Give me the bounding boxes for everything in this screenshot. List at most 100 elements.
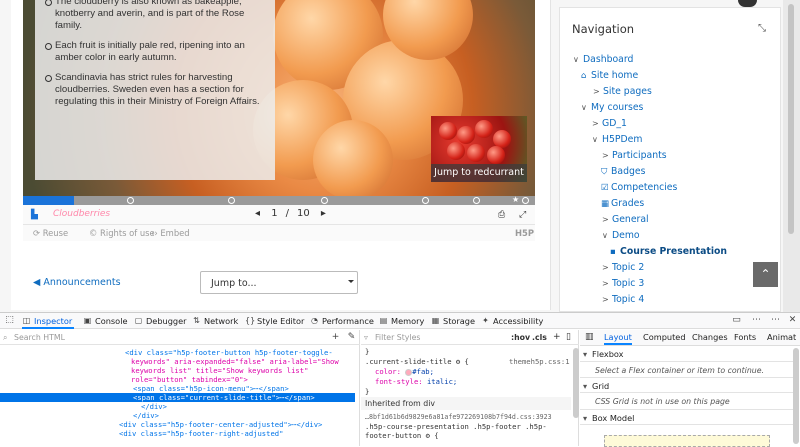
slide-progress-bar[interactable]: ★ xyxy=(23,195,535,205)
pick-element-icon[interactable]: ⬚ xyxy=(4,315,15,326)
nav-item-dashboard[interactable]: ∨ Dashboard xyxy=(573,54,633,65)
tab-console[interactable]: ▣ Console xyxy=(83,313,128,329)
html-line[interactable]: role="button" tabindex="0"> xyxy=(131,375,248,384)
grid-section[interactable]: Grid xyxy=(580,377,793,394)
html-line[interactable]: </div> xyxy=(133,411,159,420)
nav-item-participants[interactable]: > Participants xyxy=(602,150,667,161)
search-html-input[interactable]: ⌕ Search HTML xyxy=(0,330,360,345)
print-icon[interactable]: ⎙ xyxy=(498,210,510,220)
nav-item-course-presentation[interactable]: ▪ Course Presentation xyxy=(610,246,727,257)
nav-item-grades[interactable]: ▦ Grades xyxy=(601,198,644,209)
chevron-down-icon[interactable]: ∨ xyxy=(602,231,612,240)
chevron-right-icon[interactable]: > xyxy=(602,295,612,304)
nav-item-general[interactable]: > General xyxy=(602,214,649,225)
nav-item-site-pages[interactable]: > Site pages xyxy=(593,86,652,97)
rule-declaration[interactable]: font-style: italic; xyxy=(375,377,457,386)
nav-item-badges[interactable]: ⛉ Badges xyxy=(601,166,645,177)
chevron-right-icon[interactable]: > xyxy=(592,119,602,128)
nav-item-topic-2[interactable]: > Topic 2 xyxy=(602,262,644,273)
hover-toggle[interactable]: :hov xyxy=(511,333,530,342)
chevron-right-icon[interactable]: > xyxy=(602,279,612,288)
more-icon[interactable]: ⋯ xyxy=(770,315,781,326)
slide-dot[interactable] xyxy=(321,197,328,204)
announcements-link[interactable]: ◀ Announcements xyxy=(33,277,121,288)
slide-dot[interactable] xyxy=(422,197,429,204)
close-devtools-icon[interactable]: ✕ xyxy=(787,315,798,326)
slide-dot[interactable] xyxy=(228,197,235,204)
nav-item-h5pdem[interactable]: ∨ H5PDem xyxy=(592,134,642,145)
tab-style-editor[interactable]: {} Style Editor xyxy=(245,313,304,329)
chevron-down-icon[interactable]: ∨ xyxy=(581,103,591,112)
inherited-selector[interactable]: .h5p-course-presentation .h5p-footer .h5… xyxy=(365,422,547,431)
tab-performance[interactable]: ◔ Performance xyxy=(310,313,374,329)
chevron-down-icon[interactable]: ∨ xyxy=(592,135,602,144)
chevron-right-icon[interactable]: > xyxy=(602,151,612,160)
jump-to-select[interactable]: Jump to... xyxy=(200,271,358,294)
tab-changes[interactable]: Changes xyxy=(692,330,728,345)
chevron-down-icon[interactable]: ∨ xyxy=(573,55,583,64)
add-rule-icon[interactable]: + xyxy=(553,332,561,342)
tab-inspector[interactable]: ◫ Inspector xyxy=(22,313,74,329)
jump-to-redcurrant-button[interactable]: Jump to redcurrant xyxy=(431,116,527,182)
reuse-button[interactable]: ⟳ Reuse xyxy=(33,225,68,241)
html-line[interactable]: keywords" aria-expanded="false" aria-lab… xyxy=(131,357,339,366)
eyedropper-icon[interactable]: ✎ xyxy=(346,332,357,343)
page-scrollbar[interactable] xyxy=(783,0,800,312)
search-icon: ⌕ xyxy=(3,333,8,342)
slide-dot[interactable] xyxy=(473,197,480,204)
html-line[interactable]: <div class="h5p-footer-button h5p-footer… xyxy=(125,348,333,357)
tab-network[interactable]: ⇅ Network xyxy=(192,313,238,329)
scroll-to-top-button[interactable]: ⌃ xyxy=(753,262,778,287)
next-slide-button[interactable]: ▸ xyxy=(321,208,326,219)
tab-memory[interactable]: ▤ Memory xyxy=(379,313,425,329)
inherited-selector-cont[interactable]: footer-button ⚙ { xyxy=(365,431,439,440)
nav-item-topic-4[interactable]: > Topic 4 xyxy=(602,294,644,305)
rule-source[interactable]: themeh5p.css:1 xyxy=(509,357,570,366)
selected-html-line[interactable]: <span class="current-slide-title">⋯</spa… xyxy=(0,393,355,402)
tab-animations[interactable]: Animat xyxy=(767,330,796,345)
fullscreen-icon[interactable]: ⤢ xyxy=(519,210,531,220)
rule-selector[interactable]: .current-slide-title ⚙ { xyxy=(365,357,469,366)
chevron-right-icon[interactable]: > xyxy=(602,215,612,224)
tab-debugger[interactable]: ▢ Debugger xyxy=(134,313,187,329)
prev-slide-button[interactable]: ◂ xyxy=(255,208,260,219)
nav-item-competencies[interactable]: ☑ Competencies xyxy=(601,182,677,193)
slide-dot[interactable] xyxy=(522,197,529,204)
tab-computed[interactable]: Computed xyxy=(643,330,686,345)
keywords-menu-icon[interactable]: ▙ xyxy=(31,210,43,220)
tab-fonts[interactable]: Fonts xyxy=(734,330,756,345)
tab-layout[interactable]: Layout xyxy=(604,330,632,345)
user-menu-badge[interactable] xyxy=(738,0,757,7)
add-node-icon[interactable]: + xyxy=(330,332,341,343)
more-options-icon[interactable]: ⋯ xyxy=(751,315,762,326)
flexbox-section[interactable]: Flexbox xyxy=(580,346,793,362)
responsive-design-icon[interactable]: ▭ xyxy=(731,315,742,326)
tab-accessibility[interactable]: ✦ Accessibility xyxy=(481,313,543,329)
slide-dot[interactable] xyxy=(127,197,134,204)
search-placeholder: Search HTML xyxy=(14,333,65,342)
nav-item-topic-3[interactable]: > Topic 3 xyxy=(602,278,644,289)
tab-storage[interactable]: ▦ Storage xyxy=(431,313,475,329)
html-line[interactable]: </div> xyxy=(141,402,167,411)
filter-placeholder: Filter Styles xyxy=(375,333,421,342)
inherited-source[interactable]: …8bf1d61b6d9829e6a81afe972269108b7f94d.c… xyxy=(365,413,552,422)
html-line[interactable]: keywords list" title="Show keywords list… xyxy=(131,366,308,375)
chevron-right-icon[interactable]: > xyxy=(593,87,603,96)
rule-declaration[interactable]: color: #fab; xyxy=(375,367,434,376)
cls-toggle[interactable]: .cls xyxy=(532,333,547,342)
nav-item-gd-1[interactable]: > GD_1 xyxy=(592,118,627,129)
toggle-sidebar-icon[interactable]: ▯ xyxy=(566,332,571,342)
collapse-icon[interactable]: ⤡ xyxy=(758,23,766,34)
rights-of-use-button[interactable]: © Rights of use xyxy=(89,225,155,241)
box-model-section[interactable]: Box Model xyxy=(580,409,793,426)
chevron-right-icon[interactable]: > xyxy=(602,263,612,272)
dock-icon[interactable]: ▥ xyxy=(585,332,594,342)
nav-item-site-home[interactable]: ⌂ Site home xyxy=(581,70,638,81)
nav-item-my-courses[interactable]: ∨ My courses xyxy=(581,102,643,113)
tab-label: Storage xyxy=(443,316,476,326)
html-line[interactable]: <span class="h5p-icon-menu">⋯</span> xyxy=(133,384,289,393)
html-line[interactable]: <div class="h5p-footer-center-adjusted">… xyxy=(119,420,322,429)
embed-button[interactable]: ‹› Embed xyxy=(151,225,190,241)
html-line[interactable]: <div class="h5p-footer-right-adjusted" xyxy=(119,429,283,438)
nav-item-demo[interactable]: ∨ Demo xyxy=(602,230,640,241)
